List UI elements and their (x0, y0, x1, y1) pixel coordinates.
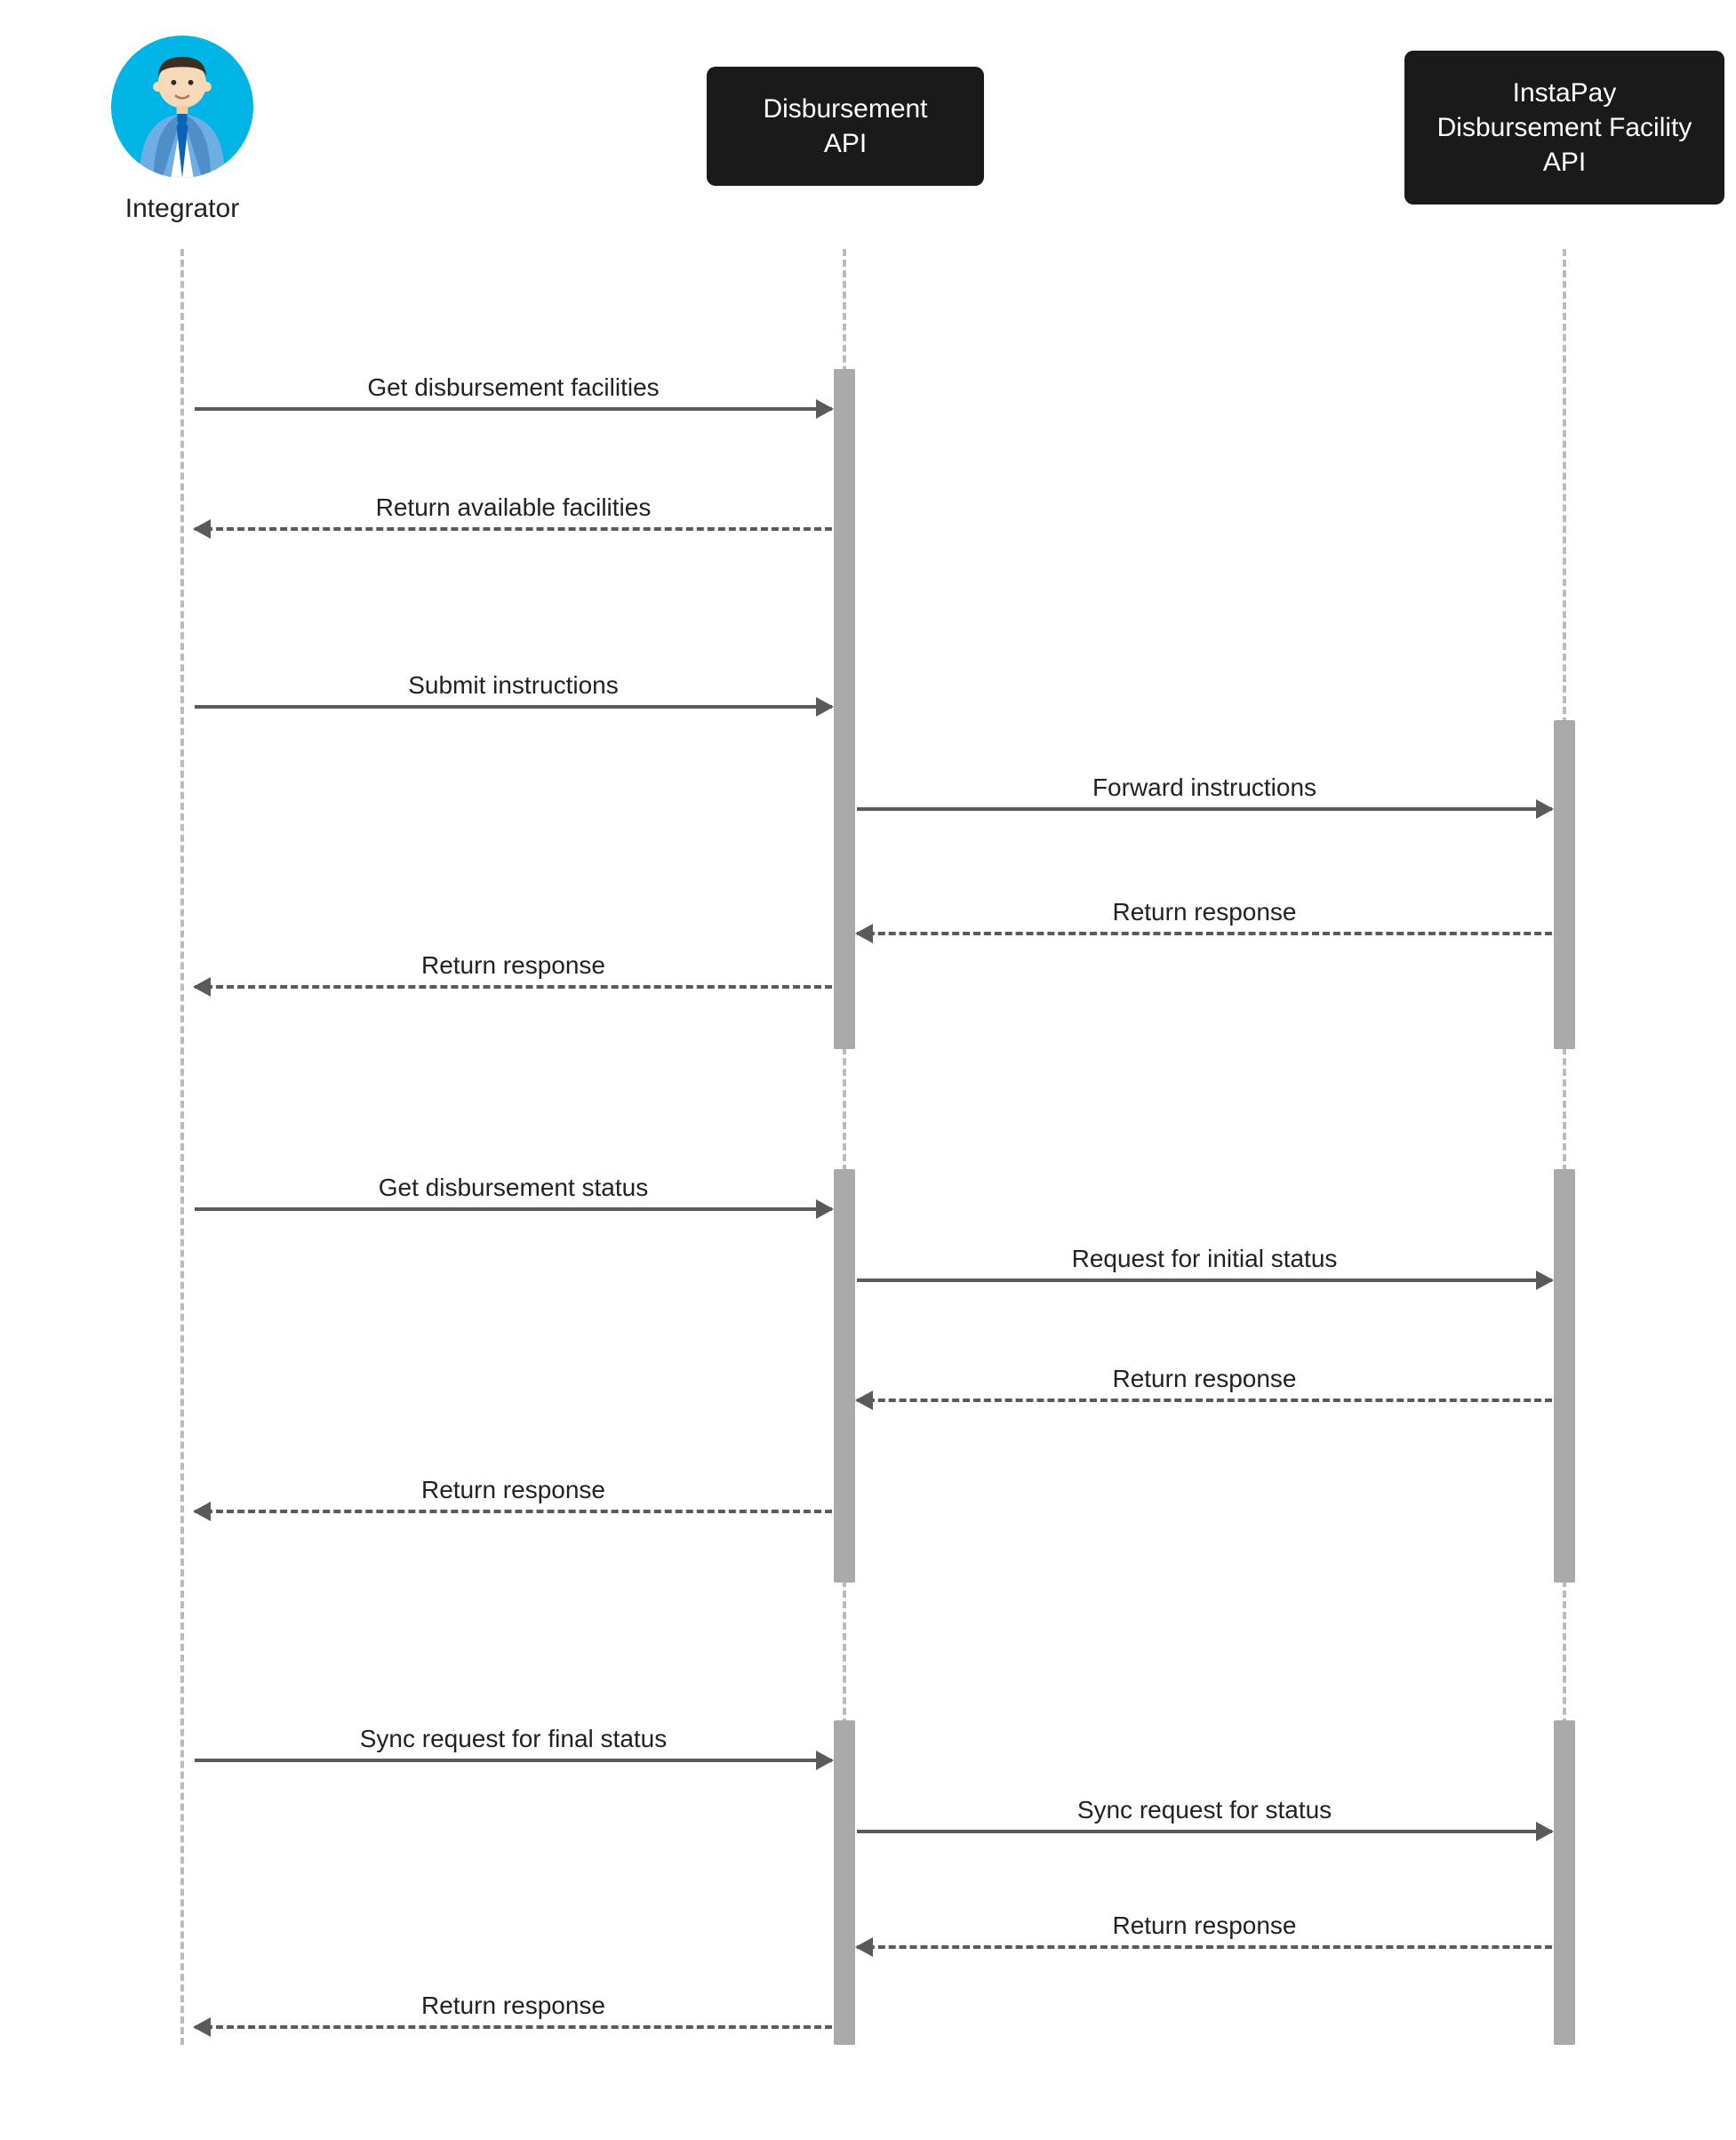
message-label: Return response (857, 1912, 1552, 1940)
arrowhead-icon (855, 924, 873, 943)
message-label: Return response (857, 1365, 1552, 1393)
arrowhead-icon (816, 399, 834, 419)
arrow-dashed-icon (857, 1399, 1552, 1402)
arrowhead-icon (193, 519, 211, 539)
participant-label: InstaPay Disbursement Facility API (1436, 76, 1692, 180)
message-label: Get disbursement status (195, 1174, 832, 1202)
activation-bar (834, 1720, 855, 2045)
participant-instapay-api: InstaPay Disbursement Facility API (1404, 51, 1724, 204)
message: Return response (857, 1365, 1552, 1402)
participant-integrator: Integrator (111, 36, 253, 224)
message-label: Sync request for status (857, 1796, 1552, 1824)
arrow-solid-icon (857, 1830, 1552, 1833)
message-label: Get disbursement facilities (195, 373, 832, 402)
arrowhead-icon (1536, 1270, 1554, 1290)
arrowhead-icon (1536, 799, 1554, 819)
message: Return available facilities (195, 493, 832, 531)
arrow-solid-icon (857, 1278, 1552, 1282)
message-label: Sync request for final status (195, 1725, 832, 1753)
message: Return response (195, 1992, 832, 2029)
arrowhead-icon (816, 697, 834, 717)
arrow-solid-icon (195, 407, 832, 411)
message: Get disbursement status (195, 1174, 832, 1211)
activation-bar (1554, 720, 1575, 1049)
message-label: Request for initial status (857, 1245, 1552, 1273)
arrowhead-icon (816, 1199, 834, 1219)
arrowhead-icon (193, 977, 211, 997)
message-label: Return response (195, 1992, 832, 2020)
person-avatar-icon (111, 36, 253, 178)
message: Return response (195, 1476, 832, 1513)
message-label: Forward instructions (857, 773, 1552, 802)
arrow-solid-icon (195, 1207, 832, 1211)
message-label: Return response (857, 898, 1552, 926)
arrowhead-icon (193, 1502, 211, 1521)
arrow-dashed-icon (195, 2025, 832, 2029)
participant-box: InstaPay Disbursement Facility API (1404, 51, 1724, 204)
participant-label: Disbursement API (739, 92, 952, 161)
message-label: Return response (195, 951, 832, 980)
message-label: Return response (195, 1476, 832, 1504)
message-label: Return available facilities (195, 493, 832, 522)
arrow-dashed-icon (195, 1510, 832, 1513)
message: Forward instructions (857, 773, 1552, 811)
message: Return response (857, 898, 1552, 935)
sequence-diagram: Integrator Disbursement API InstaPay Dis… (36, 36, 1700, 2104)
arrow-solid-icon (857, 807, 1552, 811)
message-label: Submit instructions (195, 671, 832, 700)
activation-bar (834, 369, 855, 1049)
message: Get disbursement facilities (195, 373, 832, 411)
message: Return response (857, 1912, 1552, 1949)
message: Sync request for status (857, 1796, 1552, 1833)
message: Sync request for final status (195, 1725, 832, 1762)
arrow-dashed-icon (195, 527, 832, 531)
arrowhead-icon (855, 1391, 873, 1410)
lifeline (180, 249, 184, 2045)
activation-bar (834, 1169, 855, 1583)
message: Return response (195, 951, 832, 989)
participant-label: Integrator (111, 194, 253, 224)
arrow-dashed-icon (857, 1945, 1552, 1949)
message: Submit instructions (195, 671, 832, 709)
activation-bar (1554, 1169, 1575, 1583)
arrow-solid-icon (195, 1759, 832, 1762)
arrowhead-icon (1536, 1822, 1554, 1841)
arrow-dashed-icon (857, 932, 1552, 935)
message: Request for initial status (857, 1245, 1552, 1282)
arrowhead-icon (855, 1937, 873, 1957)
participant-disbursement-api: Disbursement API (707, 67, 984, 186)
activation-bar (1554, 1720, 1575, 2045)
participant-box: Disbursement API (707, 67, 984, 186)
arrow-dashed-icon (195, 985, 832, 989)
arrowhead-icon (816, 1751, 834, 1770)
arrow-solid-icon (195, 705, 832, 709)
arrowhead-icon (193, 2017, 211, 2037)
